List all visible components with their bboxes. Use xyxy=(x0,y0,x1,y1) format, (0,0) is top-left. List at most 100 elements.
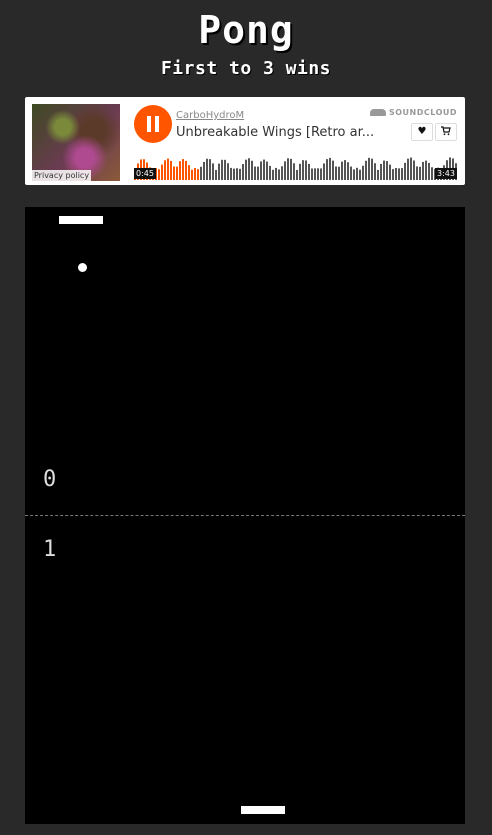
waveform-bar xyxy=(287,158,289,180)
center-net xyxy=(25,515,465,516)
pause-button[interactable] xyxy=(134,105,172,143)
waveform-bar xyxy=(314,168,316,180)
album-artwork[interactable]: Privacy policy xyxy=(32,104,120,181)
waveform-bar xyxy=(410,157,412,180)
soundcloud-logo[interactable]: SOUNDCLOUD xyxy=(369,108,457,117)
waveform-bar xyxy=(362,165,364,180)
waveform-bar xyxy=(308,163,310,180)
waveform-bar xyxy=(167,158,169,180)
waveform-bar xyxy=(215,169,217,180)
waveform-bar xyxy=(425,160,427,180)
waveform-bar xyxy=(158,169,160,180)
waveform-bar xyxy=(344,160,346,180)
waveform-bar xyxy=(359,169,361,180)
waveform-scrubber[interactable] xyxy=(134,149,458,180)
opponent-paddle xyxy=(59,216,103,224)
waveform-bar xyxy=(353,169,355,180)
waveform-bar xyxy=(407,158,409,180)
waveform-bar xyxy=(185,160,187,180)
waveform-bar xyxy=(284,161,286,180)
waveform-bar xyxy=(428,162,430,180)
waveform-bar xyxy=(278,169,280,180)
track-duration: 3:43 xyxy=(435,168,457,179)
waveform-bar xyxy=(197,169,199,180)
waveform-bar xyxy=(374,163,376,180)
waveform-bar xyxy=(206,158,208,180)
waveform-bar xyxy=(413,160,415,180)
waveform-bar xyxy=(230,167,232,180)
waveform-bar xyxy=(233,168,235,180)
waveform-bar xyxy=(209,159,211,180)
score-bottom: 1 xyxy=(43,537,57,562)
waveform-bar xyxy=(200,166,202,180)
waveform-bar xyxy=(422,161,424,180)
waveform-bar xyxy=(173,166,175,180)
waveform-bar xyxy=(203,161,205,180)
waveform-bar xyxy=(281,166,283,180)
waveform-bar xyxy=(401,168,403,180)
waveform-bar xyxy=(395,168,397,180)
waveform-bar xyxy=(416,166,418,180)
waveform-bar xyxy=(218,163,220,180)
waveform-bar xyxy=(356,167,358,180)
waveform-bar xyxy=(269,165,271,180)
waveform-bar xyxy=(311,168,313,180)
waveform-bar xyxy=(248,158,250,180)
waveform-bar xyxy=(164,160,166,180)
waveform-bar xyxy=(320,168,322,180)
waveform-bar xyxy=(227,163,229,180)
waveform-bar xyxy=(263,159,265,180)
waveform-bar xyxy=(386,161,388,180)
waveform-bar xyxy=(254,166,256,180)
waveform-bar xyxy=(224,159,226,180)
artist-link[interactable]: CarboHydroM xyxy=(176,110,244,121)
heart-icon: ♥ xyxy=(417,126,427,137)
waveform-bar xyxy=(272,169,274,180)
waveform-bar xyxy=(212,163,214,180)
waveform-bar xyxy=(365,160,367,180)
waveform-bar xyxy=(326,159,328,180)
waveform-bar xyxy=(335,166,337,180)
waveform-bar xyxy=(431,167,433,180)
waveform-bar xyxy=(170,160,172,180)
player-paddle[interactable] xyxy=(241,806,285,814)
waveform-bar xyxy=(404,162,406,180)
waveform-bar xyxy=(221,159,223,180)
waveform-bar xyxy=(188,165,190,180)
soundcloud-brand-text: SOUNDCLOUD xyxy=(388,108,457,117)
track-title-link[interactable]: Unbreakable Wings [Retro ar... xyxy=(176,125,374,140)
waveform-bar xyxy=(392,169,394,180)
waveform-bar xyxy=(299,163,301,180)
pause-icon-bar xyxy=(155,116,159,132)
waveform-bar xyxy=(317,168,319,180)
waveform-bar xyxy=(368,157,370,180)
waveform-bar xyxy=(239,168,241,180)
waveform-bar xyxy=(383,160,385,180)
waveform-bar xyxy=(389,164,391,180)
waveform-bar xyxy=(275,167,277,180)
cloud-icon xyxy=(369,109,386,116)
privacy-policy-link[interactable]: Privacy policy xyxy=(32,170,92,181)
waveform-bar xyxy=(371,158,373,180)
pause-icon xyxy=(147,116,151,132)
soundcloud-player: Privacy policy CarboHydroM Unbreakable W… xyxy=(25,97,465,185)
waveform-bar xyxy=(398,168,400,180)
like-button[interactable]: ♥ xyxy=(411,123,433,141)
waveform-bar xyxy=(182,159,184,180)
waveform-bar xyxy=(329,157,331,180)
waveform-bar xyxy=(377,169,379,180)
elapsed-time: 0:45 xyxy=(134,168,156,179)
waveform-bar xyxy=(305,160,307,180)
waveform-bar xyxy=(236,168,238,180)
waveform-bar xyxy=(242,163,244,180)
waveform-bar xyxy=(161,164,163,180)
buy-button[interactable] xyxy=(435,123,457,141)
waveform-bar xyxy=(419,166,421,180)
ball xyxy=(78,263,87,272)
waveform-bar xyxy=(338,166,340,180)
waveform-bar xyxy=(245,159,247,180)
waveform-bar xyxy=(260,161,262,180)
waveform-bar xyxy=(302,160,304,180)
waveform-bar xyxy=(380,163,382,180)
game-board[interactable]: 0 1 xyxy=(25,207,465,824)
